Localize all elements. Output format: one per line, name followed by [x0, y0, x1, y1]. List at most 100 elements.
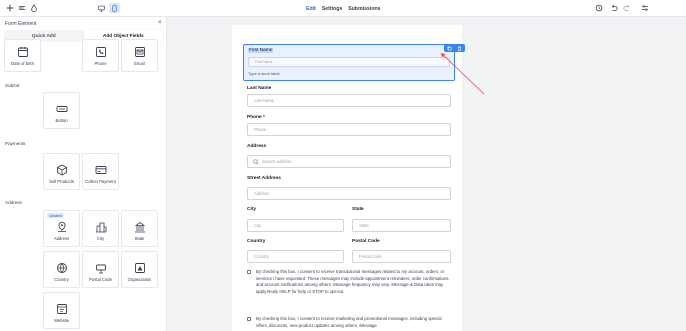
tile-label: Sell Products	[49, 179, 74, 184]
section-title-address: Address	[5, 200, 22, 205]
drag-handle-icon: :::	[98, 157, 103, 161]
state-input[interactable]: State	[352, 219, 451, 232]
tile-label: Phone	[94, 61, 107, 66]
field-tile-city[interactable]: ::: City	[82, 210, 119, 247]
field-tile-phone[interactable]: Phone	[82, 39, 119, 72]
form-canvas: First Name First Name Type a short label…	[232, 25, 465, 331]
marketing-consent: By checking this box, I consent to recei…	[247, 316, 451, 329]
drag-handle-icon: :::	[59, 157, 64, 161]
history-icon[interactable]	[594, 3, 604, 13]
field-label-last-name: Last Name	[247, 86, 272, 91]
tile-label: Country	[54, 277, 69, 282]
field-label-postal-code: Postal Code	[352, 239, 380, 244]
copy-icon[interactable]	[447, 46, 452, 51]
drag-handle-icon: :::	[59, 255, 64, 259]
desktop-view-icon[interactable]	[96, 3, 107, 13]
phone-input[interactable]: Phone	[247, 123, 451, 136]
location-pin-icon	[44, 221, 79, 233]
field-help-text: Type a short label	[248, 71, 280, 76]
drag-handle-icon: :::	[137, 214, 142, 218]
delete-icon[interactable]	[457, 46, 462, 51]
transactional-consent-text: By checking this box, I consent to recei…	[256, 269, 450, 294]
section-title-submit: Submit	[5, 83, 20, 88]
field-tile-date-of-birth[interactable]: Date of birth	[4, 39, 41, 72]
button-icon	[44, 103, 79, 115]
redo-icon[interactable]	[622, 3, 632, 13]
selected-field-first-name[interactable]: First Name First Name Type a short label	[243, 44, 465, 81]
email-icon	[122, 46, 157, 58]
marketing-consent-text: By checking this box, I consent to recei…	[256, 316, 442, 328]
tab-submissions[interactable]: Submissions	[348, 6, 380, 12]
add-icon[interactable]	[5, 3, 15, 13]
tab-settings[interactable]: Settings	[322, 6, 342, 12]
field-tile-button[interactable]: ::: Button	[43, 92, 80, 129]
field-label-city: City	[247, 207, 257, 212]
last-name-input[interactable]: Last Name	[247, 94, 451, 107]
top-tabs: Edit Settings Submissions	[306, 0, 381, 17]
selected-field-toolbar	[444, 44, 465, 52]
search-icon	[253, 158, 259, 164]
first-name-input[interactable]: First Name	[248, 57, 450, 67]
field-tile-email[interactable]: Email	[121, 39, 158, 72]
transactional-consent-checkbox[interactable]	[247, 270, 251, 274]
tile-label: Collect Payment	[85, 179, 116, 184]
drag-handle-icon: :::	[98, 255, 103, 259]
country-input[interactable]: Country	[247, 250, 344, 263]
form-element-sidebar: Form Element × Quick Add Add Object Fiel…	[0, 17, 167, 331]
phone-icon	[83, 46, 118, 58]
tile-label: Address	[53, 236, 70, 241]
updated-badge: Updated	[47, 213, 64, 218]
city-input[interactable]: City	[247, 219, 344, 232]
address-search-input[interactable]: Search address	[247, 155, 451, 168]
close-icon[interactable]: ×	[158, 20, 162, 26]
tile-label: Date of birth	[11, 61, 34, 66]
tile-label: Button	[55, 118, 68, 123]
tile-label: City	[96, 236, 105, 241]
drag-handle-icon: :::	[98, 214, 103, 218]
field-label-first-name[interactable]: First Name	[248, 48, 274, 53]
organization-icon	[122, 262, 157, 274]
sidebar-title: Form Element	[5, 21, 37, 27]
field-label-street-address: Street Address	[247, 176, 281, 181]
field-tile-sell-products[interactable]: ::: Sell Products	[43, 153, 80, 190]
package-icon	[44, 164, 79, 176]
street-address-input[interactable]: Address	[247, 187, 451, 200]
postal-code-input[interactable]: Postal Code	[352, 250, 451, 263]
field-label-address: Address	[247, 144, 267, 149]
drag-handle-icon: :::	[59, 96, 64, 100]
tab-edit[interactable]: Edit	[306, 6, 316, 12]
transactional-consent: By checking this box, I consent to recei…	[247, 269, 451, 295]
marketing-consent-checkbox[interactable]	[247, 317, 251, 321]
tile-label: Website	[53, 318, 70, 323]
field-label-phone: Phone *	[247, 115, 265, 120]
layers-icon[interactable]	[17, 3, 27, 13]
tile-label: Email	[134, 61, 145, 66]
tile-label: State	[134, 236, 145, 241]
state-building-icon	[122, 221, 157, 233]
postal-mailbox-icon	[83, 262, 118, 274]
field-label-country: Country	[247, 239, 266, 244]
calendar-icon	[5, 46, 40, 58]
globe-icon	[44, 262, 79, 274]
tile-label: Organization	[127, 277, 152, 282]
field-tile-state[interactable]: ::: State	[121, 210, 158, 247]
theme-drop-icon[interactable]	[29, 3, 39, 13]
drag-handle-icon: :::	[137, 255, 142, 259]
website-icon	[44, 303, 79, 315]
field-tile-website[interactable]: ::: Website	[43, 292, 80, 329]
tile-label: Postal Code	[89, 277, 112, 282]
settings-sliders-icon[interactable]	[640, 3, 650, 13]
field-tile-country[interactable]: ::: Country	[43, 251, 80, 288]
drag-handle-icon: :::	[59, 296, 64, 300]
field-tile-collect-payment[interactable]: ::: Collect Payment	[82, 153, 119, 190]
field-tile-postal-code[interactable]: ::: Postal Code	[82, 251, 119, 288]
credit-card-icon	[83, 164, 118, 176]
undo-icon[interactable]	[609, 3, 619, 13]
field-tile-organization[interactable]: ::: Organization	[121, 251, 158, 288]
field-tile-address[interactable]: Updated Address	[43, 210, 80, 247]
field-label-state: State	[352, 207, 364, 212]
city-icon	[83, 221, 118, 233]
mobile-view-icon[interactable]	[109, 3, 120, 13]
address-search-placeholder: Search address	[262, 159, 292, 164]
top-toolbar: Edit Settings Submissions	[0, 0, 686, 17]
